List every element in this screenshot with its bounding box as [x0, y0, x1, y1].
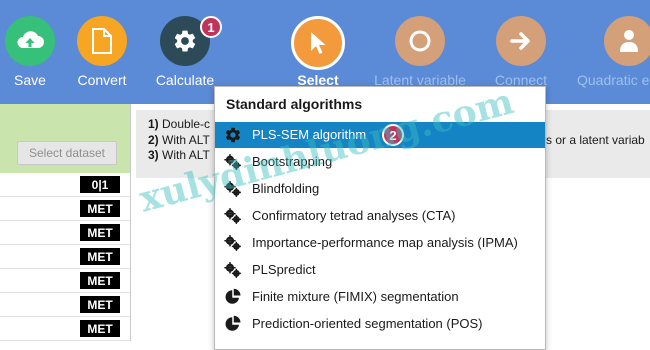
indicators-panel: Select dataset 0|1 MET MET MET MET MET M… [0, 104, 131, 341]
instruction-line-1: 1) Double-c [148, 117, 210, 131]
instruction-number: 3) [148, 148, 159, 162]
convert-tool[interactable]: Convert [62, 16, 142, 88]
table-row[interactable]: MET [0, 317, 130, 341]
document-icon [92, 28, 112, 54]
instruction-text: With ALT [162, 133, 210, 147]
menu-item-fimix-segmentation[interactable]: Finite mixture (FIMIX) segmentation [215, 284, 545, 310]
gears-icon [224, 262, 241, 278]
scale-tag: MET [80, 296, 120, 313]
pie-icon [225, 288, 241, 304]
table-row[interactable]: MET [0, 221, 130, 245]
select-button[interactable] [291, 16, 345, 70]
menu-item-label: Finite mixture (FIMIX) segmentation [252, 289, 459, 304]
scale-tag: MET [80, 224, 120, 241]
menu-item-cta[interactable]: Confirmatory tetrad analyses (CTA) [215, 203, 545, 229]
gears-icon [224, 208, 241, 224]
save-tool[interactable]: Save [0, 16, 70, 88]
instruction-line-2: 2) With ALT [148, 133, 210, 147]
menu-item-label: Confirmatory tetrad analyses (CTA) [252, 208, 456, 223]
menu-item-pos-segmentation[interactable]: Prediction-oriented segmentation (POS) [215, 311, 545, 337]
quadratic-effect-button[interactable] [604, 16, 650, 66]
dataset-header: Select dataset [0, 104, 130, 173]
latent-variable-tool[interactable]: Latent variable [374, 16, 466, 88]
table-row[interactable]: MET [0, 269, 130, 293]
menu-item-label: Prediction-oriented segmentation (POS) [252, 316, 483, 331]
quadratic-effect-tool[interactable]: Quadratic e [577, 16, 650, 88]
scale-tag: 0|1 [80, 176, 120, 193]
pie-icon [225, 315, 241, 331]
table-row[interactable]: MET [0, 245, 130, 269]
table-row[interactable]: MET [0, 293, 130, 317]
latent-variable-button[interactable] [395, 16, 445, 66]
instruction-number: 1) [148, 117, 159, 131]
circle-outline-icon [409, 30, 431, 52]
menu-item-plspredict[interactable]: PLSpredict [215, 257, 545, 283]
select-tool[interactable]: Select [278, 16, 358, 88]
gears-icon [224, 235, 241, 251]
cloud-upload-icon [17, 31, 44, 48]
person-icon [620, 30, 638, 52]
instruction-text: With ALT [162, 148, 210, 162]
menu-item-ipma[interactable]: Importance-performance map analysis (IPM… [215, 230, 545, 256]
scale-tag: MET [80, 272, 120, 289]
arrow-right-icon [510, 32, 530, 50]
instruction-line-2-tail: s or a latent variab [546, 133, 645, 147]
table-row[interactable]: MET [0, 197, 130, 221]
step-badge-1: 1 [200, 16, 222, 38]
instruction-number: 2) [148, 133, 159, 147]
gear-icon [174, 30, 196, 52]
instruction-line-3: 3) With ALT [148, 148, 210, 162]
menu-item-label: PLSpredict [252, 262, 316, 277]
scale-tag: MET [80, 200, 120, 217]
convert-button[interactable] [77, 16, 127, 66]
gear-icon [225, 127, 241, 143]
instruction-text: Double-c [162, 117, 211, 131]
menu-item-label: Importance-performance map analysis (IPM… [252, 235, 518, 250]
scale-tag: MET [80, 248, 120, 265]
connect-button[interactable] [496, 16, 546, 66]
cursor-icon [311, 32, 326, 54]
select-dataset-button[interactable]: Select dataset [17, 141, 117, 165]
save-button[interactable] [5, 16, 55, 66]
connect-tool[interactable]: Connect [481, 16, 561, 88]
table-row[interactable]: 0|1 [0, 173, 130, 197]
quadratic-effect-label: Quadratic e [577, 72, 650, 88]
scale-tag: MET [80, 320, 120, 337]
menu-title: Standard algorithms [226, 96, 363, 112]
